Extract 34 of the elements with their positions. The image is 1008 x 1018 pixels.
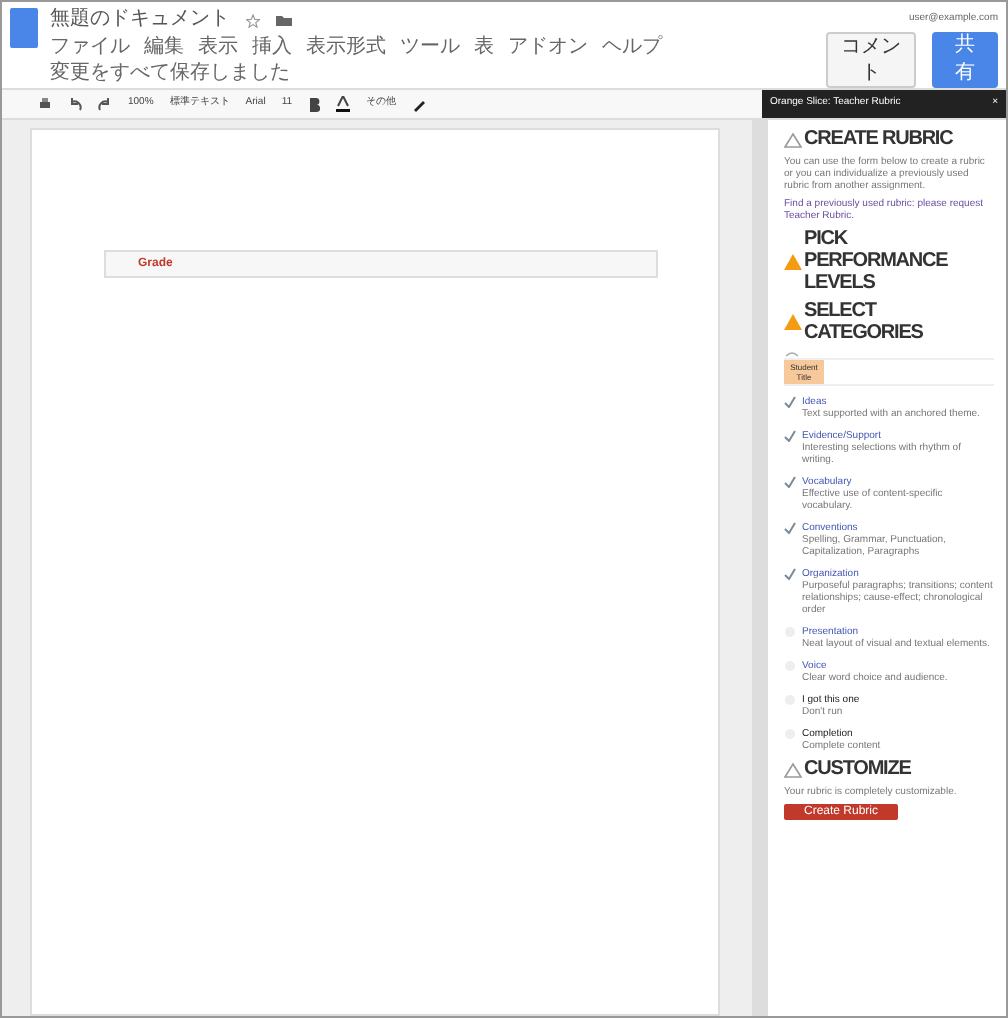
checkbox[interactable] (784, 430, 796, 442)
menu-item[interactable]: ツール (400, 34, 460, 60)
menu-item[interactable]: 表 (474, 34, 494, 60)
section-heading: PICK PERFORMANCE LEVELS (804, 228, 950, 294)
pen-icon[interactable] (412, 97, 427, 111)
print-icon[interactable] (38, 97, 52, 111)
folder-icon[interactable] (276, 14, 292, 26)
text-color-icon[interactable] (336, 96, 351, 112)
redo-icon[interactable] (98, 97, 112, 111)
comment-button[interactable]: コメント (826, 32, 916, 88)
menu-item[interactable]: ファイル (50, 34, 130, 60)
star-icon[interactable] (246, 13, 260, 27)
menu-item[interactable]: アドオン (508, 34, 588, 60)
undo-icon[interactable] (68, 97, 82, 111)
outline-triangle-icon (784, 761, 802, 777)
warning-triangle-icon (784, 314, 802, 330)
checkbox[interactable] (784, 476, 796, 488)
checkbox[interactable] (784, 568, 796, 580)
checkbox[interactable] (784, 396, 796, 408)
save-status: 変更をすべて保存しました (50, 60, 290, 86)
outline-triangle-icon (784, 131, 802, 147)
share-button[interactable]: 共有 (931, 32, 998, 88)
document-title[interactable]: 無題のドキュメント (50, 8, 230, 32)
section-heading: CREATE RUBRIC (804, 128, 953, 150)
section-heading: SELECT CATEGORIES (804, 300, 925, 344)
menu-item[interactable]: 表示形式 (306, 34, 386, 60)
menu-item[interactable]: ヘルプ (602, 34, 662, 60)
menu-item[interactable]: 編集 (144, 34, 184, 60)
bold-icon[interactable] (308, 97, 321, 111)
menu-item[interactable]: 表示 (198, 34, 238, 60)
section-heading: CUSTOMIZE (804, 758, 911, 780)
checkbox[interactable] (784, 522, 796, 534)
warning-triangle-icon (784, 253, 802, 269)
menu-item[interactable]: 挿入 (252, 34, 292, 60)
